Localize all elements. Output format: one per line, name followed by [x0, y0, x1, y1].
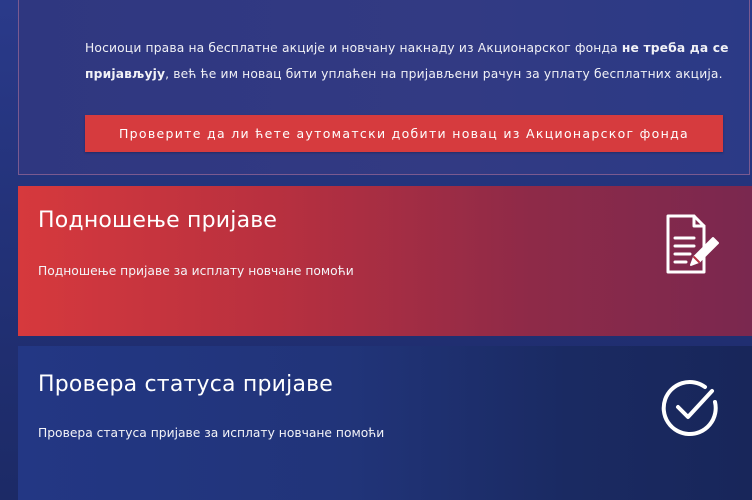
info-text: Носиоци права на бесплатне акције и новч… [85, 35, 735, 87]
check-circle-icon [661, 380, 718, 436]
check-status-card[interactable]: Провера статуса пријаве Провера статуса … [18, 346, 752, 500]
check-automatic-payment-button[interactable]: Проверите да ли ћете аутоматски добити н… [85, 115, 723, 152]
info-text-end: , већ ће им новац бити уплаћен на пријав… [165, 67, 723, 81]
submit-application-card[interactable]: Подношење пријаве Подношење пријаве за и… [18, 186, 752, 336]
submit-application-title: Подношење пријаве [38, 208, 278, 233]
submit-application-description: Подношење пријаве за исплату новчане пом… [38, 264, 354, 278]
info-panel: Носиоци права на бесплатне акције и новч… [18, 0, 750, 175]
check-status-description: Провера статуса пријаве за исплату новча… [38, 426, 385, 440]
document-pen-icon [666, 214, 719, 274]
check-status-title: Провера статуса пријаве [38, 372, 334, 397]
info-text-start: Носиоци права на бесплатне акције и новч… [85, 41, 622, 55]
